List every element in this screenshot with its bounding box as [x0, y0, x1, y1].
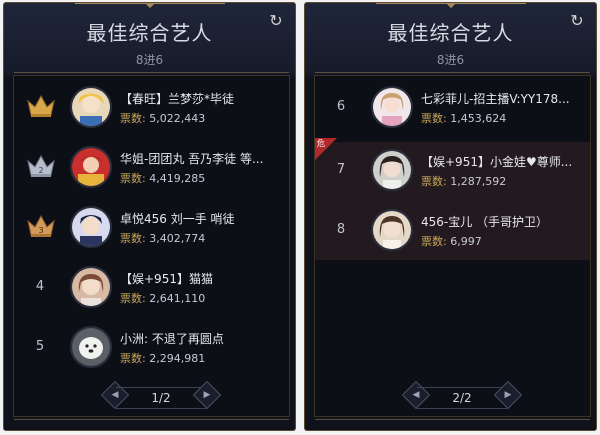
panel-subtitle: 8进6	[436, 53, 465, 67]
vote-count: 票数: 3,402,774	[120, 232, 206, 245]
avatar	[70, 266, 112, 308]
panel-title: 最佳综合艺人	[387, 21, 514, 45]
vote-count: 票数: 1,287,592	[421, 175, 507, 188]
artist-name: 【娱+951】猫猫	[120, 272, 213, 286]
avatar	[371, 209, 413, 251]
ranking-list: 6 七彩菲儿-招主播V:YY178... 票数: 1,453,624 危 7 【…	[314, 72, 591, 420]
avatar	[371, 149, 413, 191]
avatar	[70, 206, 112, 248]
vote-count: 票数: 4,419,285	[120, 172, 206, 185]
panel-subtitle: 8进6	[135, 53, 164, 67]
avatar	[70, 326, 112, 368]
vote-count: 票数: 1,453,624	[421, 112, 507, 125]
pagination: ◀ 2/2 ▶	[401, 380, 523, 410]
page-indicator: 1/2	[116, 387, 206, 409]
vote-count: 票数: 5,022,443	[120, 112, 206, 125]
svg-text:2: 2	[38, 166, 43, 175]
rank-number: 4	[35, 279, 45, 294]
artist-name: 【娱+951】小金娃♥尊师...	[421, 155, 573, 169]
chevron-right-icon: ▶	[203, 390, 211, 400]
svg-text:3: 3	[38, 226, 43, 235]
artist-name: 456-宝儿 （手哥护卫）	[421, 215, 549, 229]
rank-number: 8	[336, 222, 346, 237]
vote-count: 票数: 2,294,981	[120, 352, 206, 365]
list-item[interactable]: 4 【娱+951】猫猫 票数: 2,641,110	[14, 259, 289, 319]
artist-name: 卓悦456 刘一手 哨徒	[120, 212, 235, 226]
panel-top-ornament	[375, 3, 526, 10]
avatar	[371, 86, 413, 128]
ranking-list: 【春旺】兰梦莎*毕徒 票数: 5,022,443 2 华姐-团团丸 吾乃李徒 等…	[13, 72, 290, 420]
ranking-panel-page-1: 最佳综合艺人 8进6 ↻ 【春旺】兰梦莎*毕徒 票数: 5,022,443 2	[3, 2, 296, 431]
chevron-right-icon: ▶	[504, 390, 512, 400]
page-indicator: 2/2	[417, 387, 507, 409]
avatar	[70, 86, 112, 128]
pagination: ◀ 1/2 ▶	[100, 380, 222, 410]
refresh-icon[interactable]: ↻	[268, 13, 284, 29]
rank-number: 7	[336, 162, 346, 177]
list-item[interactable]: 【春旺】兰梦莎*毕徒 票数: 5,022,443	[14, 79, 289, 139]
list-item[interactable]: 2 华姐-团团丸 吾乃李徒 等... 票数: 4,419,285	[14, 139, 289, 199]
list-item[interactable]: 8 456-宝儿 （手哥护卫） 票数: 6,997	[315, 202, 590, 260]
ranking-panel-page-2: 最佳综合艺人 8进6 ↻ 6 七彩菲儿-招主播V:YY178... 票数: 1,…	[304, 2, 597, 431]
artist-name: 华姐-团团丸 吾乃李徒 等...	[120, 152, 264, 166]
list-item[interactable]: 5 小洲: 不退了再圆点 票数: 2,294,981	[14, 319, 289, 379]
artist-name: 七彩菲儿-招主播V:YY178...	[421, 92, 570, 106]
panel-top-ornament	[74, 3, 225, 10]
list-item[interactable]: 3 卓悦456 刘一手 哨徒 票数: 3,402,774	[14, 199, 289, 259]
list-item[interactable]: 危 7 【娱+951】小金娃♥尊师... 票数: 1,287,592	[315, 138, 590, 202]
vote-count: 票数: 6,997	[421, 235, 482, 248]
list-item[interactable]: 6 七彩菲儿-招主播V:YY178... 票数: 1,453,624	[315, 79, 590, 139]
rank-number: 6	[336, 99, 346, 114]
artist-name: 小洲: 不退了再圆点	[120, 332, 224, 346]
rank-number: 5	[35, 339, 45, 354]
avatar	[70, 146, 112, 188]
artist-name: 【春旺】兰梦莎*毕徒	[120, 92, 235, 106]
panel-title: 最佳综合艺人	[86, 21, 213, 45]
crown-icon: 2	[27, 154, 55, 177]
crown-icon: 3	[27, 214, 55, 237]
refresh-icon[interactable]: ↻	[569, 13, 585, 29]
crown-icon	[27, 94, 55, 117]
vote-count: 票数: 2,641,110	[120, 292, 206, 305]
